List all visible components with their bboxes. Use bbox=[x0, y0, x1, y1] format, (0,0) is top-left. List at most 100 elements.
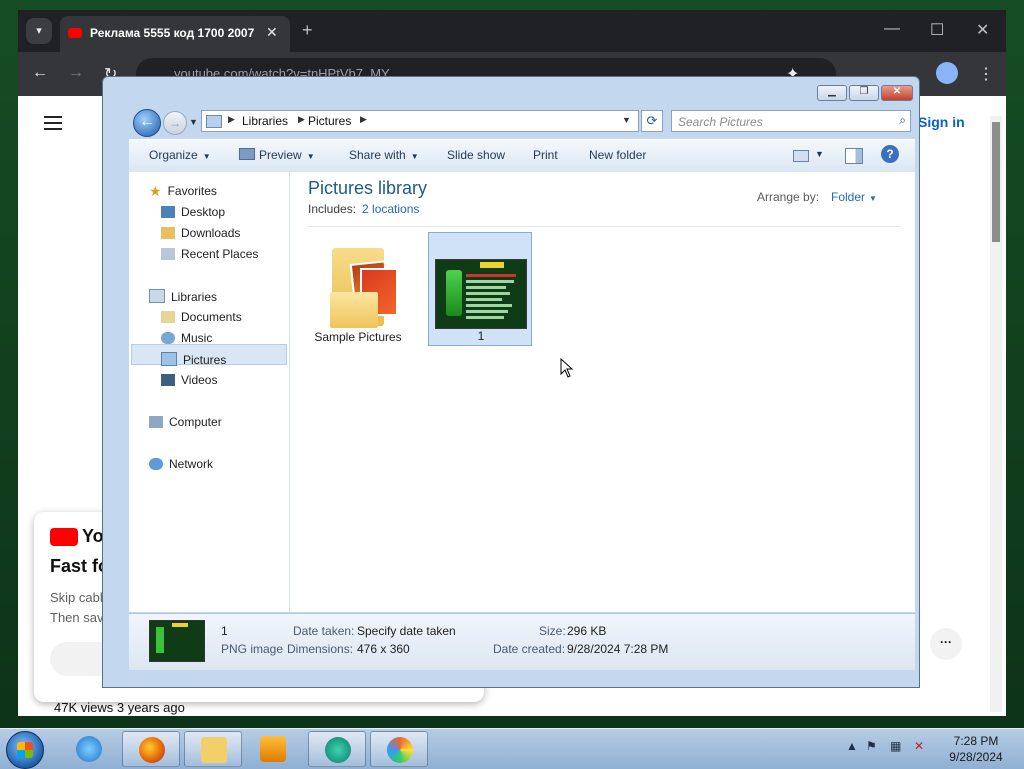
date-taken-label: Date taken: bbox=[293, 624, 355, 638]
explorer-restore-button[interactable]: ❐ bbox=[849, 85, 879, 101]
dimensions-value: 476 x 360 bbox=[357, 642, 410, 656]
file-view: Pictures library Includes: 2 locations Ar… bbox=[290, 172, 915, 612]
folder-sample-pictures[interactable]: Sample Pictures bbox=[306, 234, 410, 348]
share-with-button[interactable]: Share with ▼ bbox=[349, 148, 419, 162]
recent-pages-dropdown-icon[interactable]: ▼ bbox=[189, 117, 198, 127]
star-icon: ★ bbox=[149, 183, 162, 199]
back-icon[interactable]: ← bbox=[32, 64, 48, 82]
navigation-pane: ★ Favorites Desktop Downloads Recent Plac… bbox=[129, 172, 290, 612]
preview-icon bbox=[239, 148, 255, 160]
date-taken-value[interactable]: Specify date taken bbox=[357, 624, 456, 638]
clock-date: 9/28/2024 bbox=[949, 750, 1003, 764]
taskbar-file-explorer[interactable] bbox=[184, 731, 242, 767]
nav-network[interactable]: Network bbox=[149, 457, 213, 471]
header-divider bbox=[308, 226, 900, 227]
library-title: Pictures library bbox=[308, 178, 428, 198]
videos-icon bbox=[161, 374, 175, 386]
address-bar[interactable]: ▶ Libraries ▶ Pictures ▶ ▼ bbox=[201, 110, 639, 132]
browser-tab[interactable]: Реклама 5555 код 1700 2007 ✕ bbox=[60, 16, 290, 52]
preview-button[interactable]: Preview ▼ bbox=[239, 148, 315, 162]
search-input[interactable] bbox=[676, 113, 890, 131]
taskbar-paint[interactable] bbox=[370, 731, 428, 767]
library-icon bbox=[206, 115, 222, 128]
search-box[interactable]: ⌕ bbox=[671, 110, 911, 132]
breadcrumb-chevron-icon[interactable]: ▶ bbox=[298, 114, 305, 125]
address-dropdown-icon[interactable]: ▼ bbox=[622, 115, 631, 125]
breadcrumb-chevron-icon[interactable]: ▶ bbox=[228, 114, 235, 125]
scrollbar-thumb[interactable] bbox=[992, 122, 1000, 242]
item-label: 1 bbox=[477, 329, 485, 343]
mouse-cursor-icon bbox=[560, 358, 574, 378]
maximize-icon[interactable]: ☐ bbox=[930, 20, 944, 40]
file-image-1[interactable]: 1 bbox=[428, 232, 532, 346]
menu-icon[interactable]: ⋮ bbox=[978, 64, 994, 84]
taskbar-green-app[interactable] bbox=[308, 731, 366, 767]
organize-button[interactable]: Organize ▼ bbox=[149, 148, 211, 162]
nav-recent-places[interactable]: Recent Places bbox=[161, 247, 258, 261]
explorer-minimize-button[interactable]: ▁ bbox=[817, 85, 847, 101]
forward-icon[interactable]: → bbox=[68, 64, 84, 82]
sign-in-button[interactable]: Sign in bbox=[918, 114, 965, 130]
page-scrollbar[interactable] bbox=[990, 116, 1002, 712]
network-status-icon[interactable]: ▦ bbox=[890, 739, 901, 753]
documents-icon bbox=[161, 311, 175, 323]
change-view-icon[interactable] bbox=[793, 150, 809, 162]
start-button[interactable] bbox=[6, 731, 44, 769]
close-icon[interactable]: ✕ bbox=[976, 20, 989, 40]
desktop-icon bbox=[161, 206, 175, 218]
preview-pane-icon[interactable] bbox=[845, 148, 863, 164]
view-options-dropdown-icon[interactable]: ▼ bbox=[815, 149, 824, 159]
new-folder-button[interactable]: New folder bbox=[589, 148, 646, 162]
libraries-icon bbox=[149, 289, 165, 303]
taskbar-firefox[interactable] bbox=[122, 731, 180, 767]
explorer-close-button[interactable]: ✕ bbox=[881, 85, 913, 101]
nav-documents[interactable]: Documents bbox=[161, 310, 242, 324]
search-icon[interactable]: ⌕ bbox=[899, 113, 906, 128]
breadcrumb-pictures[interactable]: Pictures bbox=[308, 114, 351, 128]
explorer-titlebar[interactable]: ▁ ❐ ✕ bbox=[103, 77, 919, 107]
nav-music[interactable]: Music bbox=[161, 331, 212, 345]
taskbar-media-player[interactable] bbox=[244, 731, 302, 767]
folder-icon bbox=[330, 240, 398, 328]
print-button[interactable]: Print bbox=[533, 148, 558, 162]
profile-icon[interactable] bbox=[936, 62, 958, 84]
show-hidden-icons[interactable]: ▲ bbox=[846, 739, 858, 753]
breadcrumb-chevron-icon[interactable]: ▶ bbox=[360, 114, 367, 125]
nav-desktop[interactable]: Desktop bbox=[161, 205, 225, 219]
action-center-flag-icon[interactable]: ⚑ bbox=[866, 739, 877, 753]
internet-explorer-icon bbox=[76, 736, 102, 762]
pictures-icon bbox=[161, 352, 177, 366]
arrange-by-dropdown[interactable]: Folder ▼ bbox=[831, 190, 877, 204]
arrange-by-label: Arrange by: bbox=[757, 190, 820, 204]
forward-button[interactable]: → bbox=[163, 111, 187, 135]
more-actions-button[interactable]: ··· bbox=[930, 628, 962, 660]
refresh-button[interactable]: ⟳ bbox=[641, 110, 663, 132]
breadcrumb-libraries[interactable]: Libraries bbox=[242, 114, 288, 128]
minimize-icon[interactable]: — bbox=[884, 20, 900, 38]
nav-pictures[interactable]: Pictures bbox=[161, 352, 226, 367]
nav-videos[interactable]: Videos bbox=[161, 373, 217, 387]
recent-places-icon bbox=[161, 248, 175, 260]
back-button[interactable]: ← bbox=[133, 109, 161, 137]
network-icon bbox=[149, 458, 163, 470]
tab-title: Реклама 5555 код 1700 2007 bbox=[90, 26, 255, 40]
volume-muted-icon[interactable]: ✕ bbox=[914, 739, 924, 753]
taskbar-internet-explorer[interactable] bbox=[60, 731, 118, 767]
locations-link[interactable]: 2 locations bbox=[362, 202, 419, 216]
hamburger-menu-icon[interactable] bbox=[44, 116, 62, 118]
details-name: 1 bbox=[221, 624, 228, 638]
details-pane: 1 PNG image Date taken: Specify date tak… bbox=[129, 613, 915, 670]
new-tab-button[interactable]: + bbox=[302, 20, 313, 41]
nav-libraries[interactable]: Libraries bbox=[149, 289, 217, 304]
nav-favorites[interactable]: ★ Favorites bbox=[149, 183, 217, 200]
help-icon[interactable]: ? bbox=[881, 145, 899, 163]
youtube-favicon-icon bbox=[68, 28, 82, 38]
nav-downloads[interactable]: Downloads bbox=[161, 226, 240, 240]
tab-close-icon[interactable]: ✕ bbox=[266, 24, 278, 41]
music-icon bbox=[161, 332, 175, 344]
system-clock[interactable]: 7:28 PM 9/28/2024 bbox=[936, 733, 1016, 765]
nav-computer[interactable]: Computer bbox=[149, 415, 222, 429]
firefox-icon bbox=[139, 737, 165, 763]
slide-show-button[interactable]: Slide show bbox=[447, 148, 505, 162]
tab-search-button[interactable]: ▾ bbox=[26, 18, 52, 44]
